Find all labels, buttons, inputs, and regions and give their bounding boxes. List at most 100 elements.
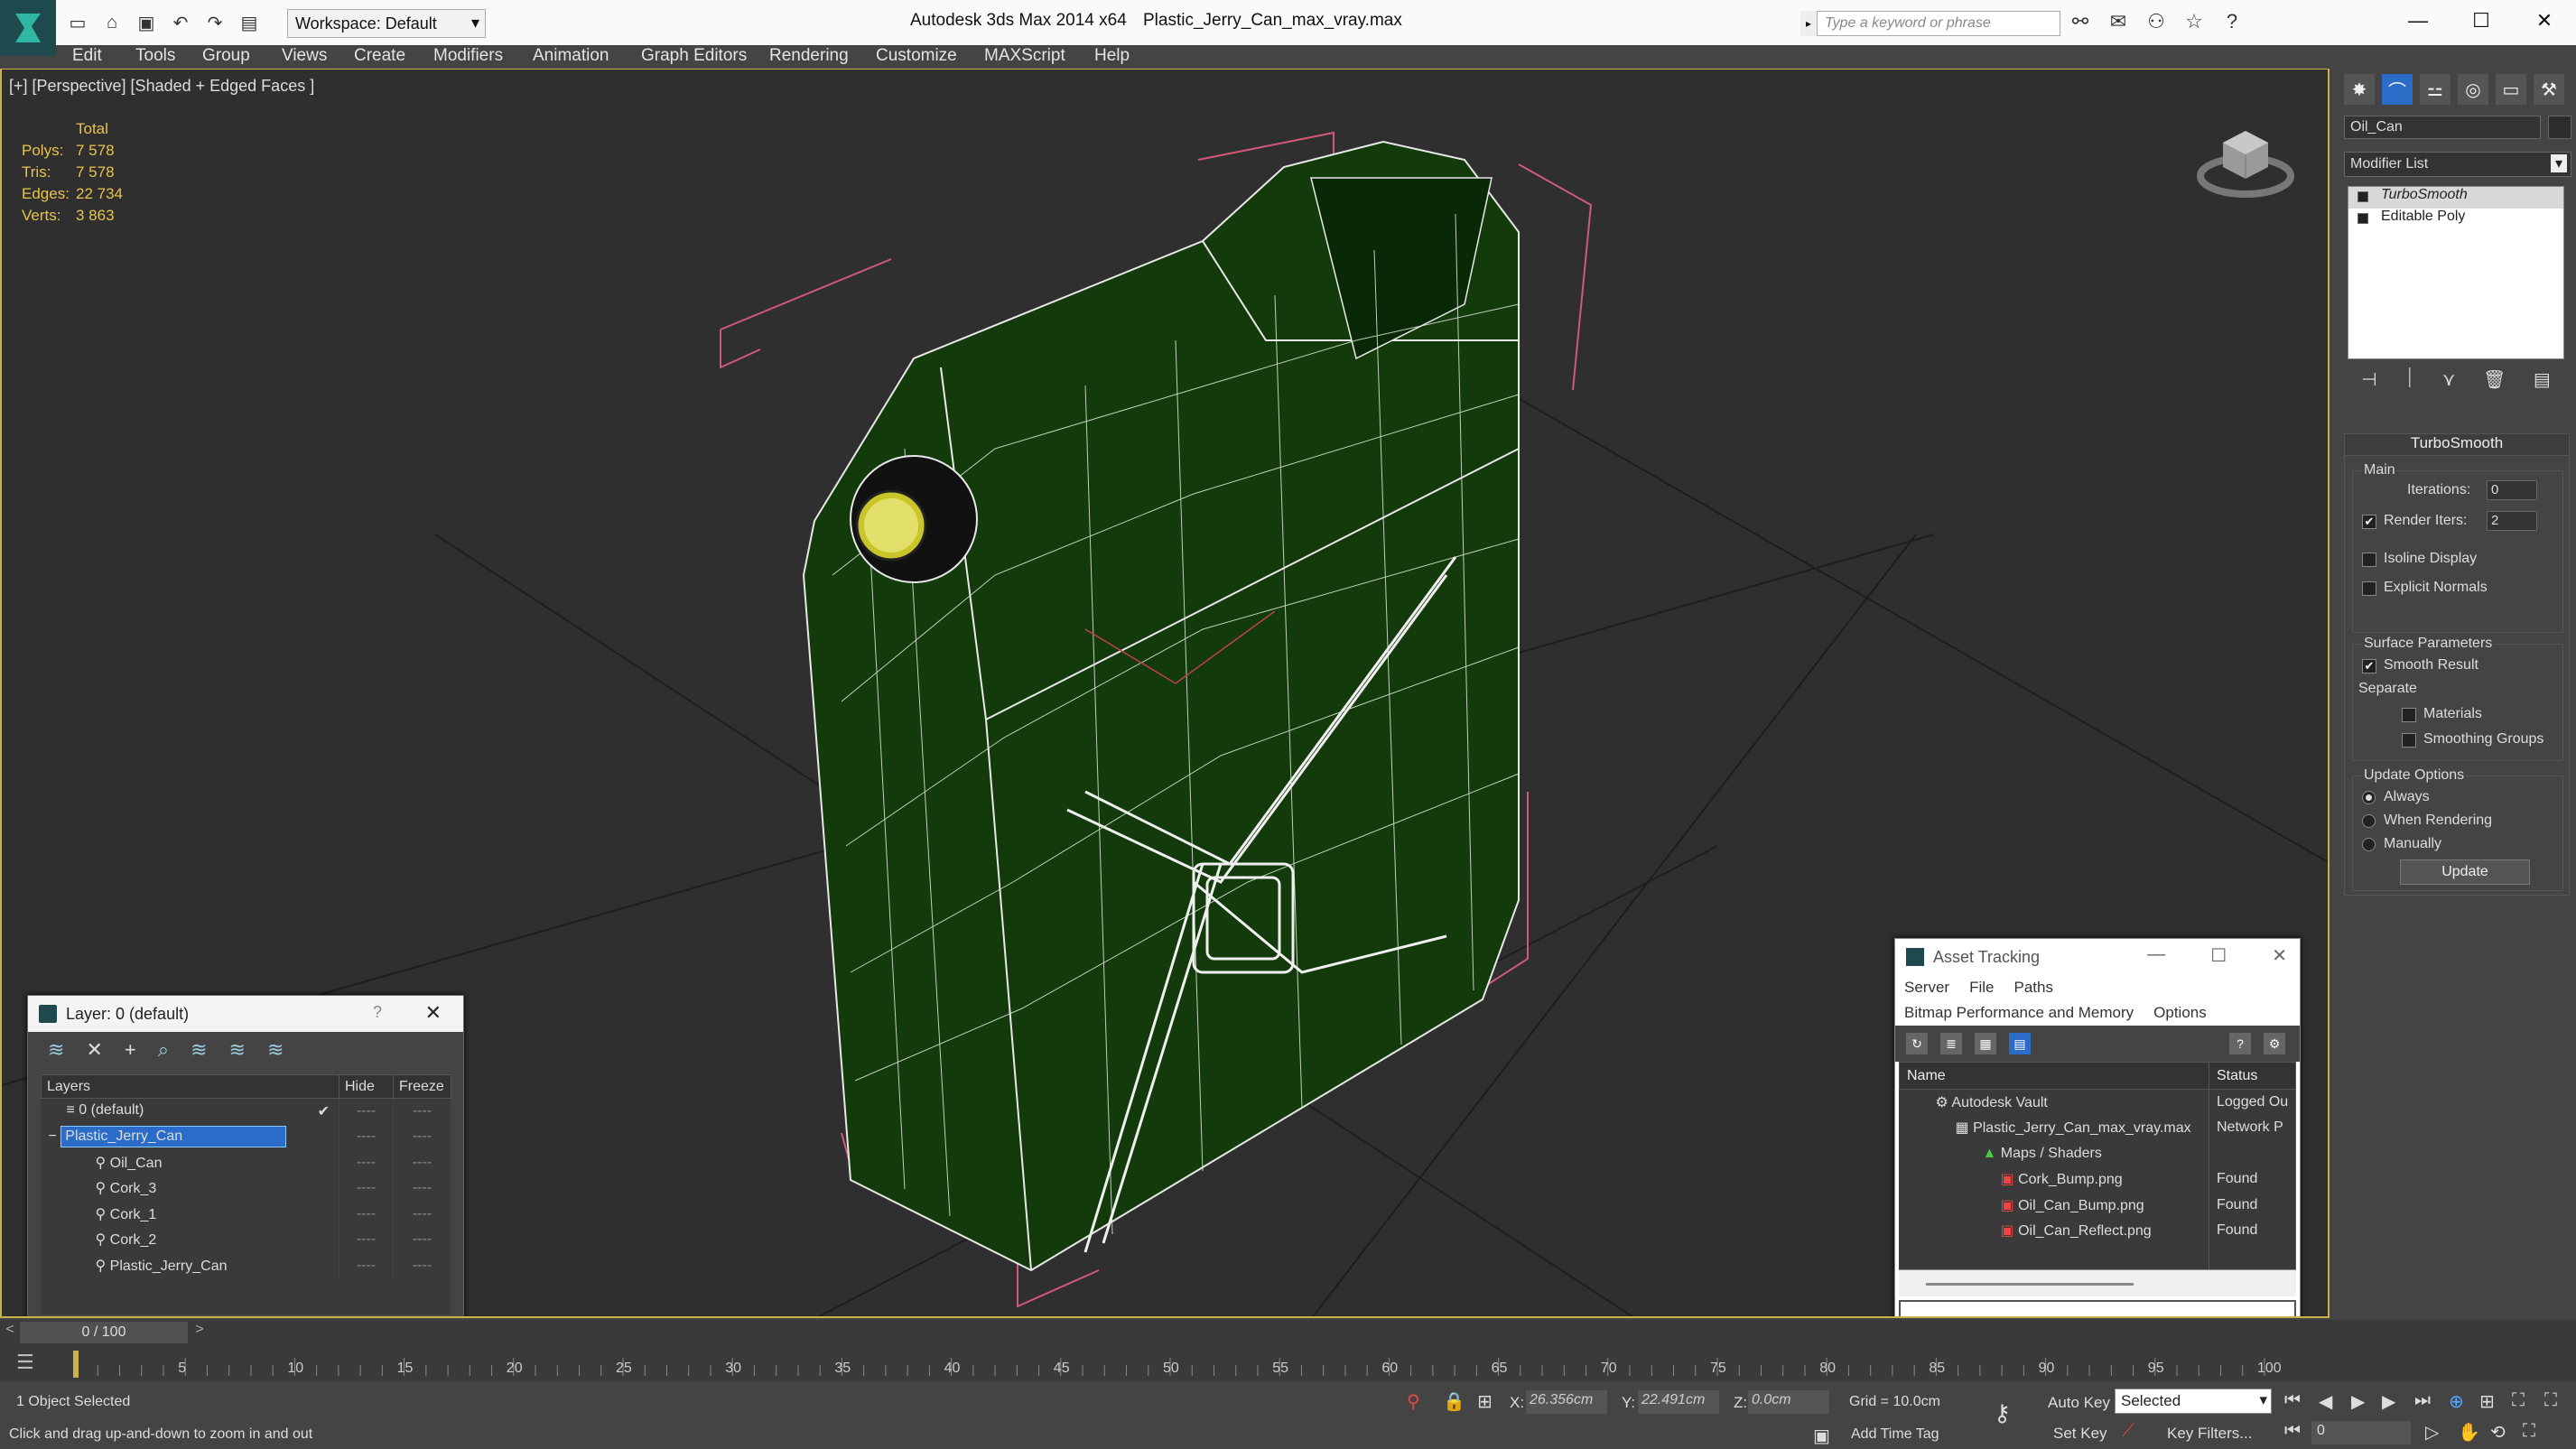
viewport-label[interactable]: [+] [Perspective] [Shaded + Edged Faces … (9, 77, 314, 96)
show-end-result-icon[interactable]: ⏐ (2404, 368, 2414, 391)
stack-item-editable-poly[interactable]: Editable Poly (2348, 209, 2563, 230)
make-unique-icon[interactable]: ⋎ (2442, 368, 2456, 391)
freeze-column-header[interactable]: Freeze (393, 1074, 451, 1099)
viewcube-icon[interactable] (2196, 111, 2295, 215)
scrollbar-thumb[interactable] (1926, 1283, 2134, 1286)
menu-modifiers[interactable]: Modifiers (433, 46, 503, 66)
time-slider-thumb[interactable]: 0 / 100 (20, 1322, 188, 1343)
layer-object-row[interactable]: ⚲ Oil_Can ---- ---- (41, 1149, 451, 1175)
time-slider[interactable]: < 0 / 100 > (0, 1320, 2576, 1345)
collapse-icon[interactable]: − (49, 1129, 61, 1144)
minimize-button[interactable]: — (2386, 0, 2450, 42)
object-color-swatch[interactable] (2548, 116, 2571, 139)
delete-layer-icon[interactable]: ✕ (86, 1038, 102, 1062)
stack-item-turbosmooth[interactable]: TurboSmooth (2348, 187, 2563, 209)
save-icon[interactable]: ▣ (134, 11, 159, 34)
utilities-tab-icon[interactable]: ⚒ (2534, 74, 2564, 105)
next-key-icon[interactable]: ▶ (2382, 1390, 2395, 1413)
maximize-button[interactable]: ☐ (2450, 0, 2513, 42)
asset-window-titlebar[interactable]: Asset Tracking — ☐ ✕ (1895, 939, 2300, 975)
close-button[interactable]: ✕ (2513, 0, 2576, 42)
select-in-layer-icon[interactable]: ⌕ (158, 1038, 169, 1062)
current-frame-field[interactable]: 0 (2311, 1421, 2411, 1444)
zoom-all-icon[interactable]: ⊞ (2479, 1390, 2495, 1413)
highlight-layer-icon[interactable]: ≋ (191, 1038, 207, 1062)
z-coordinate-field[interactable]: 0.0cm (1748, 1390, 1829, 1414)
lightbulb-icon[interactable] (2357, 191, 2368, 202)
thumbnail-view-icon[interactable]: ▦ (1975, 1033, 1996, 1054)
asset-row[interactable]: ▣ Cork_Bump.png Found (1899, 1166, 2296, 1193)
layer-object-row[interactable]: ⚲ Cork_3 ---- ---- (41, 1175, 451, 1202)
zoom-extents-icon[interactable]: ⛶ (2512, 1390, 2525, 1411)
menu-edit[interactable]: Edit (72, 46, 102, 66)
current-time-marker[interactable] (73, 1351, 79, 1378)
asset-maximize-button[interactable]: ☐ (2210, 944, 2227, 967)
asset-close-button[interactable]: ✕ (2272, 944, 2287, 967)
list-view-icon[interactable]: ≣ (1940, 1033, 1962, 1054)
asset-minimize-button[interactable]: — (2147, 944, 2165, 967)
asset-row[interactable]: ▦ Plastic_Jerry_Can_max_vray.max Network… (1899, 1115, 2296, 1141)
set-key-button[interactable]: Set Key (2053, 1425, 2107, 1443)
perspective-viewport[interactable]: [+] [Perspective] [Shaded + Edged Faces … (0, 69, 2330, 1318)
key-mode-toggle-icon[interactable]: ⏮ (2284, 1421, 2301, 1442)
configure-modifier-sets-icon[interactable]: ▤ (2534, 368, 2551, 391)
time-tag-icon[interactable]: ▣ (1813, 1425, 1830, 1447)
go-to-end-icon[interactable]: ⏭ (2414, 1390, 2431, 1411)
next-frame-icon[interactable]: > (190, 1322, 209, 1343)
previous-frame-icon[interactable]: < (0, 1322, 20, 1343)
track-bar[interactable]: 5 10 15 20 25 30 35 40 45 50 55 60 65 70 75 80 85 90 95 100… (0, 1345, 2576, 1381)
layer-row[interactable]: ≡ 0 (default) ✔ ---- ---- (41, 1098, 451, 1124)
asset-menu-options[interactable]: Options (2153, 1004, 2207, 1022)
layers-column-header[interactable]: Layers (41, 1074, 339, 1099)
binoculars-icon[interactable]: ⚯ (2068, 9, 2093, 34)
workspace-select[interactable]: Workspace: Default (287, 9, 486, 38)
smooth-result-checkbox[interactable]: ✔ (2362, 659, 2376, 673)
menu-graph-editors[interactable]: Graph Editors (641, 46, 747, 66)
remove-modifier-icon[interactable]: 🗑 (2483, 368, 2506, 391)
layer-window-titlebar[interactable]: Layer: 0 (default) ? ✕ (28, 996, 463, 1032)
menu-group[interactable]: Group (202, 46, 250, 66)
asset-menu-bitmap-performance[interactable]: Bitmap Performance and Memory (1904, 1004, 2134, 1022)
layer-object-row[interactable]: ⚲ Cork_2 ---- ---- (41, 1227, 451, 1253)
always-radio[interactable] (2362, 791, 2376, 804)
render-iters-spinner[interactable]: 2 (2487, 511, 2537, 531)
key-filters-button[interactable]: Key Filters... (2167, 1425, 2252, 1443)
freeze-all-layers-icon[interactable]: ≋ (267, 1038, 284, 1062)
search-expand-icon[interactable]: ▸ (1800, 11, 1817, 36)
display-tab-icon[interactable]: ▭ (2496, 74, 2526, 105)
auto-key-button[interactable]: Auto Key (2048, 1394, 2110, 1412)
favorites-star-icon[interactable]: ☆ (2181, 9, 2207, 34)
zoom-extents-all-icon[interactable]: ⛶ (2544, 1390, 2557, 1411)
y-coordinate-field[interactable]: 22.491cm (1638, 1390, 1719, 1414)
open-file-icon[interactable]: ⌂ (99, 11, 125, 34)
asset-menu-server[interactable]: Server (1904, 979, 1949, 997)
materials-checkbox[interactable] (2402, 708, 2416, 722)
menu-views[interactable]: Views (282, 46, 327, 66)
pan-view-icon[interactable]: ✋ (2458, 1421, 2480, 1444)
render-iters-checkbox[interactable]: ✔ (2362, 515, 2376, 529)
add-to-layer-icon[interactable]: + (125, 1038, 136, 1062)
search-input[interactable]: Type a keyword or phrase (1817, 11, 2060, 36)
asset-menu-file[interactable]: File (1969, 979, 1994, 997)
new-file-icon[interactable]: ▭ (65, 11, 90, 34)
asset-row[interactable]: ⚙ Autodesk Vault Logged Ou (1899, 1089, 2296, 1115)
modify-tab-icon[interactable]: ⌒ (2382, 74, 2413, 105)
asset-menu-paths[interactable]: Paths (2013, 979, 2052, 997)
create-tab-icon[interactable]: ✸ (2344, 74, 2375, 105)
selection-lock-icon[interactable]: 🔒 (1443, 1390, 1465, 1413)
x-coordinate-field[interactable]: 26.356cm (1526, 1390, 1607, 1414)
hide-column-header[interactable]: Hide (339, 1074, 394, 1099)
project-folder-icon[interactable]: ▤ (237, 11, 262, 34)
go-to-start-icon[interactable]: ⏮ (2284, 1390, 2301, 1411)
help-icon[interactable]: ? (2219, 9, 2245, 34)
isoline-display-checkbox[interactable] (2362, 553, 2376, 567)
zoom-icon[interactable]: ⊕ (2449, 1390, 2464, 1413)
undo-icon[interactable]: ↶ (168, 11, 193, 34)
orbit-icon[interactable]: ⟲ (2490, 1421, 2506, 1444)
manually-radio[interactable] (2362, 838, 2376, 851)
hierarchy-tab-icon[interactable]: ⚍ (2420, 74, 2450, 105)
asset-row[interactable]: ▣ Oil_Can_Reflect.png Found (1899, 1218, 2296, 1244)
when-rendering-radio[interactable] (2362, 814, 2376, 828)
mini-curve-editor-icon[interactable]: ☰ (16, 1351, 34, 1374)
layer-object-row[interactable]: ⚲ Cork_1 ---- ---- (41, 1201, 451, 1227)
